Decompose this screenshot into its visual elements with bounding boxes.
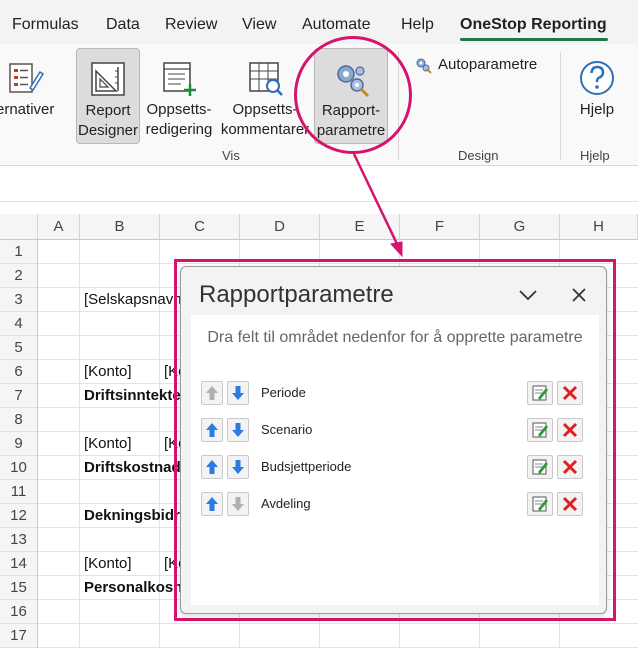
parameter-row: Budsjettperiode [201, 455, 591, 481]
arrow-down-icon [232, 386, 244, 400]
delete-parameter-button[interactable] [557, 492, 583, 516]
delete-parameter-button[interactable] [557, 381, 583, 405]
parameter-row: Avdeling [201, 492, 591, 518]
move-up-button[interactable] [201, 381, 223, 405]
edit-icon [532, 496, 548, 512]
panel-hint: Dra felt til området nedenfor for å oppr… [207, 329, 583, 346]
parameter-label: Scenario [261, 422, 313, 437]
move-down-button[interactable] [227, 418, 249, 442]
move-down-button[interactable] [227, 381, 249, 405]
arrow-up-icon [206, 386, 218, 400]
rapportparametre-panel: Rapportparametre Dra felt til området ne… [180, 266, 607, 614]
panel-title: Rapportparametre [199, 281, 394, 308]
edit-icon [532, 459, 548, 475]
delete-parameter-button[interactable] [557, 418, 583, 442]
delete-icon [562, 422, 578, 438]
arrow-down-icon [232, 460, 244, 474]
parameter-drop-area[interactable]: Dra felt til området nedenfor for å oppr… [191, 315, 599, 605]
arrow-down-icon [232, 497, 244, 511]
move-up-button[interactable] [201, 455, 223, 479]
chevron-down-icon[interactable] [516, 283, 540, 307]
parameter-label: Avdeling [261, 496, 311, 511]
delete-icon [562, 385, 578, 401]
arrow-down-icon [232, 423, 244, 437]
parameter-row: Periode [201, 381, 591, 407]
delete-icon [562, 496, 578, 512]
edit-parameter-button[interactable] [527, 418, 553, 442]
edit-icon [532, 422, 548, 438]
parameter-row: Scenario [201, 418, 591, 444]
move-up-button[interactable] [201, 492, 223, 516]
move-up-button[interactable] [201, 418, 223, 442]
delete-parameter-button[interactable] [557, 455, 583, 479]
move-down-button[interactable] [227, 455, 249, 479]
edit-parameter-button[interactable] [527, 381, 553, 405]
arrow-up-icon [206, 423, 218, 437]
arrow-up-icon [206, 497, 218, 511]
delete-icon [562, 459, 578, 475]
edit-icon [532, 385, 548, 401]
close-icon[interactable] [567, 283, 591, 307]
edit-parameter-button[interactable] [527, 455, 553, 479]
move-down-button[interactable] [227, 492, 249, 516]
arrow-up-icon [206, 460, 218, 474]
excel-window: Formulas Data Review View Automate Help … [0, 0, 638, 648]
parameter-label: Budsjettperiode [261, 459, 352, 474]
edit-parameter-button[interactable] [527, 492, 553, 516]
parameter-label: Periode [261, 385, 306, 400]
